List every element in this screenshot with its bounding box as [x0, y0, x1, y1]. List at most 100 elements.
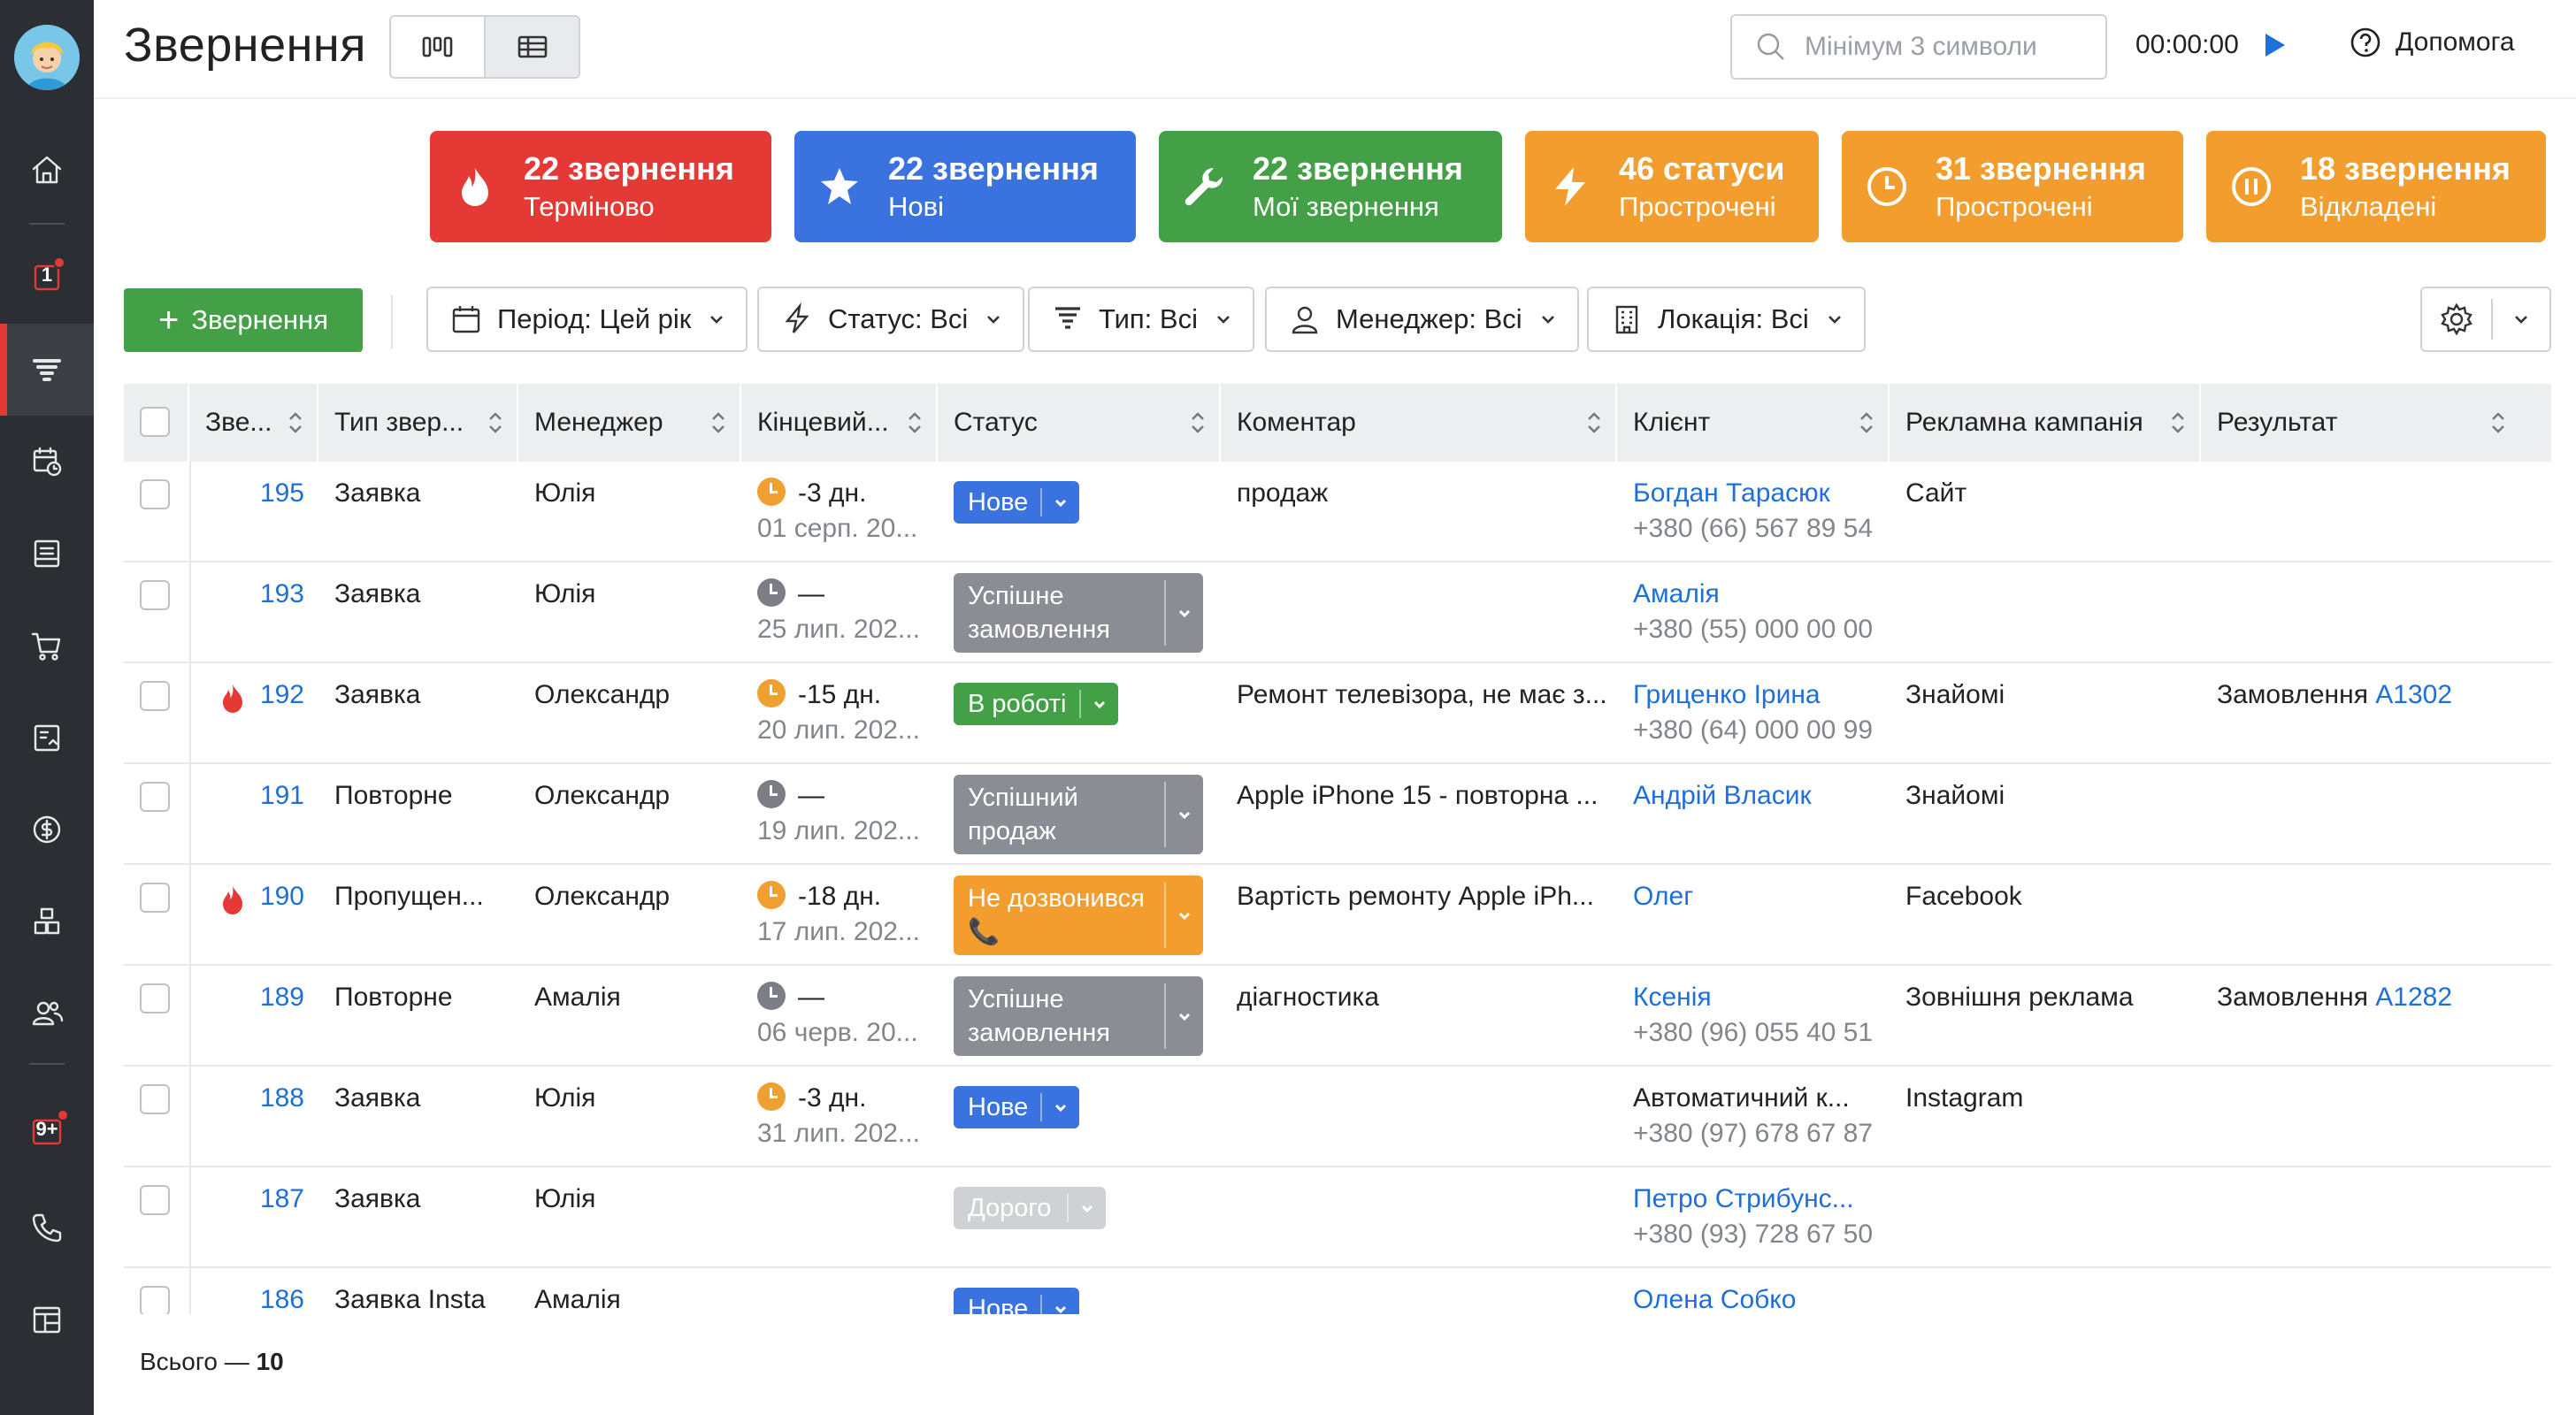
column-header-deadline[interactable]: Кінцевий... — [740, 384, 936, 462]
status-dropdown-toggle[interactable] — [1164, 580, 1203, 646]
order-link[interactable]: А1282 — [2375, 983, 2452, 1012]
request-id-link[interactable]: 191 — [234, 778, 304, 814]
column-header-status[interactable]: Статус — [936, 384, 1219, 462]
row-checkbox[interactable] — [140, 1286, 170, 1314]
table-row[interactable]: 187 Заявка Юлія Дорого Петро Стрибунс... +380… — [124, 1167, 2551, 1268]
status-dropdown-toggle[interactable] — [1040, 1093, 1079, 1121]
table-row[interactable]: 190 Пропущен... Олександр -18 дн. 17 лип. 20… — [124, 865, 2551, 966]
sidebar-item-requests[interactable] — [0, 324, 94, 416]
card-postponed[interactable]: 18 звернення Відкладені — [2206, 131, 2546, 242]
request-id-link[interactable]: 186 — [234, 1282, 304, 1314]
request-id-link[interactable]: 187 — [234, 1182, 304, 1217]
sidebar-item-reports[interactable] — [0, 692, 94, 784]
filter-period[interactable]: Період: Цей рік — [426, 287, 748, 352]
request-id-link[interactable]: 192 — [234, 677, 304, 713]
card-urgent[interactable]: 22 звернення Терміново — [430, 131, 771, 242]
status-dropdown[interactable]: В роботі — [954, 683, 1118, 725]
status-dropdown[interactable]: Успішне замовлення — [954, 573, 1203, 653]
sidebar-item-dashboard[interactable] — [0, 1274, 94, 1365]
column-header-campaign[interactable]: Рекламна кампанія — [1888, 384, 2199, 462]
sidebar-item-finance[interactable] — [0, 784, 94, 876]
column-header-manager[interactable]: Менеджер — [517, 384, 740, 462]
select-all-checkbox[interactable] — [140, 407, 170, 437]
card-overdue-requests[interactable]: 31 звернення Прострочені — [1842, 131, 2183, 242]
table-settings-dropdown[interactable] — [2493, 310, 2549, 329]
search-box[interactable] — [1730, 14, 2107, 80]
help-button[interactable]: Допомога — [2350, 27, 2515, 58]
sidebar-item-calls[interactable] — [0, 1182, 94, 1274]
status-dropdown[interactable]: Успішний продаж — [954, 775, 1203, 854]
play-icon[interactable] — [2261, 30, 2288, 60]
row-checkbox[interactable] — [140, 580, 170, 610]
client-name[interactable]: Богдан Тарасюк — [1633, 476, 1884, 511]
column-header-result[interactable]: Результат — [2199, 384, 2519, 462]
sidebar-item-shop[interactable] — [0, 600, 94, 692]
table-settings[interactable] — [2420, 287, 2551, 352]
row-checkbox[interactable] — [140, 1185, 170, 1215]
card-overdue-statuses[interactable]: 46 статуси Прострочені — [1525, 131, 1819, 242]
table-row[interactable]: 195 Заявка Юлія -3 дн. 01 серп. 20... Нове про… — [124, 462, 2551, 562]
status-dropdown-toggle[interactable] — [1164, 983, 1203, 1049]
column-header-client[interactable]: Клієнт — [1615, 384, 1888, 462]
row-checkbox[interactable] — [140, 681, 170, 711]
table-row[interactable]: 189 Повторне Амалія — 06 черв. 20... Успішне … — [124, 966, 2551, 1067]
card-mine[interactable]: 22 звернення Мої звернення — [1159, 131, 1502, 242]
table-row[interactable]: 186 Заявка Insta Амалія Нове Олена Собко — [124, 1268, 2551, 1314]
row-checkbox[interactable] — [140, 1084, 170, 1114]
client-name[interactable]: Петро Стрибунс... — [1633, 1182, 1884, 1217]
status-dropdown[interactable]: Нове — [954, 481, 1079, 524]
status-dropdown-toggle[interactable] — [1164, 883, 1203, 948]
sidebar-item-notifications[interactable]: 9+ — [0, 1086, 94, 1178]
table-settings-button[interactable] — [2422, 299, 2493, 340]
client-name[interactable]: Ксенія — [1633, 980, 1884, 1015]
client-name[interactable]: Андрій Власик — [1633, 778, 1884, 814]
avatar[interactable] — [14, 25, 80, 90]
status-dropdown[interactable]: Не дозвонився 📞 — [954, 876, 1203, 955]
request-id-link[interactable]: 195 — [234, 476, 304, 511]
request-id-link[interactable]: 193 — [234, 577, 304, 612]
status-dropdown-toggle[interactable] — [1040, 488, 1079, 516]
status-dropdown[interactable]: Успішне замовлення — [954, 976, 1203, 1056]
client-name[interactable]: Олег — [1633, 879, 1884, 914]
column-header-comment[interactable]: Коментар — [1219, 384, 1615, 462]
row-checkbox[interactable] — [140, 479, 170, 509]
status-dropdown-toggle[interactable] — [1040, 1295, 1079, 1314]
kanban-view-button[interactable] — [391, 17, 484, 77]
card-new[interactable]: 22 звернення Нові — [794, 131, 1136, 242]
request-id-link[interactable]: 190 — [234, 879, 304, 914]
status-dropdown-toggle[interactable] — [1164, 782, 1203, 847]
request-id-link[interactable]: 189 — [234, 980, 304, 1015]
row-checkbox[interactable] — [140, 782, 170, 812]
add-request-button[interactable]: + Звернення — [124, 288, 363, 352]
filter-manager[interactable]: Менеджер: Всі — [1265, 287, 1579, 352]
column-header-type[interactable]: Тип звер... — [317, 384, 517, 462]
sidebar-item-warehouse[interactable] — [0, 876, 94, 968]
row-checkbox[interactable] — [140, 883, 170, 913]
search-input[interactable] — [1805, 32, 2088, 62]
filter-location[interactable]: Локація: Всі — [1587, 287, 1866, 352]
table-row[interactable]: 191 Повторне Олександр — 19 лип. 202... Успіш… — [124, 764, 2551, 865]
table-row[interactable]: 193 Заявка Юлія — 25 лип. 202... Успішне замо… — [124, 562, 2551, 663]
status-dropdown-toggle[interactable] — [1079, 690, 1118, 718]
status-dropdown[interactable]: Дорого — [954, 1187, 1106, 1229]
status-dropdown-toggle[interactable] — [1067, 1194, 1106, 1222]
client-name[interactable]: Гриценко Ірина — [1633, 677, 1884, 713]
table-view-button[interactable] — [484, 17, 579, 77]
filter-status[interactable]: Статус: Всі — [757, 287, 1025, 352]
order-link[interactable]: А1302 — [2375, 680, 2452, 709]
client-name[interactable]: Олена Собко — [1633, 1282, 1884, 1314]
sidebar-item-schedule[interactable] — [0, 416, 94, 508]
request-id-link[interactable]: 188 — [234, 1081, 304, 1116]
client-name[interactable]: Амалія — [1633, 577, 1884, 612]
sidebar-item-clients[interactable] — [0, 968, 94, 1059]
sidebar-item-calendar[interactable]: 1 — [0, 232, 94, 324]
sidebar-item-home[interactable] — [0, 124, 94, 216]
filter-type[interactable]: Тип: Всі — [1028, 287, 1254, 352]
status-dropdown[interactable]: Нове — [954, 1288, 1079, 1314]
status-dropdown[interactable]: Нове — [954, 1086, 1079, 1128]
row-checkbox[interactable] — [140, 983, 170, 1013]
table-row[interactable]: 192 Заявка Олександр -15 дн. 20 лип. 202... В… — [124, 663, 2551, 764]
sidebar-item-documents[interactable] — [0, 508, 94, 600]
column-header-id[interactable]: Зве... — [188, 384, 317, 462]
table-row[interactable]: 188 Заявка Юлія -3 дн. 31 лип. 202... Нове Авт… — [124, 1067, 2551, 1167]
